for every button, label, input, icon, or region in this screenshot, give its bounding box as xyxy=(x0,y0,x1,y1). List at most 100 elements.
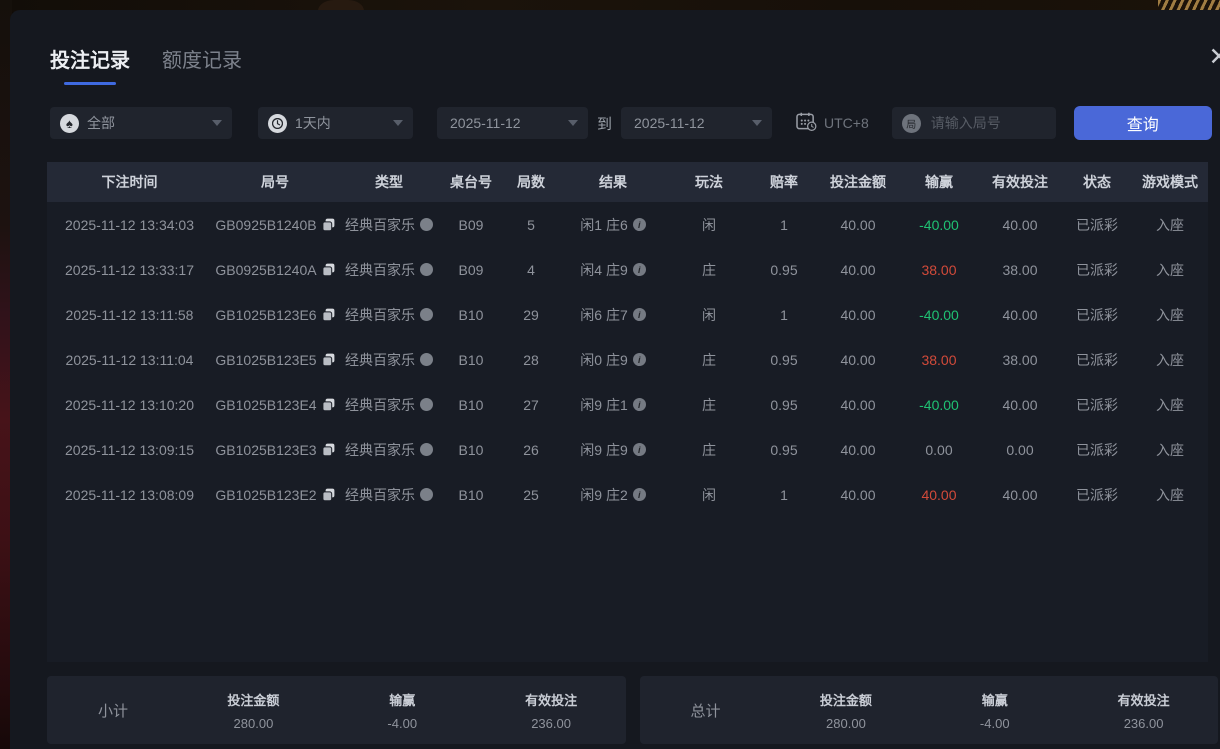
total-win: 输赢 -4.00 xyxy=(920,690,1069,731)
cell-valid: 40.00 xyxy=(978,292,1062,337)
subtotal-valid: 有效投注 236.00 xyxy=(477,690,626,731)
table-row: 2025-11-12 13:33:17GB0925B1240A经典百家乐B094… xyxy=(47,247,1208,292)
cell-play: 庄 xyxy=(666,247,752,292)
cell-type: 经典百家乐 xyxy=(338,337,440,382)
table-row: 2025-11-12 13:34:03GB0925B1240B经典百家乐B095… xyxy=(47,202,1208,247)
round-id-field[interactable]: 局 xyxy=(892,107,1056,139)
cell-amount: 40.00 xyxy=(816,472,900,517)
cell-amount: 40.00 xyxy=(816,427,900,472)
cell-mode: 入座 xyxy=(1132,202,1208,247)
info-icon[interactable]: i xyxy=(633,263,646,276)
cell-type: 经典百家乐 xyxy=(338,472,440,517)
info-icon[interactable]: i xyxy=(633,488,646,501)
date-to-label: 到 xyxy=(597,113,612,134)
cell-amount: 40.00 xyxy=(816,292,900,337)
date-to-value: 2025-11-12 xyxy=(634,115,705,131)
cell-status: 已派彩 xyxy=(1062,202,1132,247)
table-row: 2025-11-12 13:10:20GB1025B123E4经典百家乐B102… xyxy=(47,382,1208,427)
cell-rounds: 26 xyxy=(502,427,560,472)
cell-type: 经典百家乐 xyxy=(338,292,440,337)
info-icon[interactable]: i xyxy=(633,443,646,456)
info-icon[interactable]: i xyxy=(633,218,646,231)
cell-result: 闲4 庄9i xyxy=(560,247,666,292)
cell-rounds: 5 xyxy=(502,202,560,247)
cell-rounds: 27 xyxy=(502,382,560,427)
cell-status: 已派彩 xyxy=(1062,382,1132,427)
cell-round_id: GB1025B123E3 xyxy=(212,427,338,472)
subtotal-label: 小计 xyxy=(47,700,179,721)
cell-valid: 40.00 xyxy=(978,472,1062,517)
copy-icon[interactable] xyxy=(322,353,335,366)
cell-type: 经典百家乐 xyxy=(338,427,440,472)
cell-mode: 入座 xyxy=(1132,382,1208,427)
column-header: 局数 xyxy=(502,162,560,202)
tab-bet-records-label: 投注记录 xyxy=(50,50,130,72)
cell-valid: 40.00 xyxy=(978,202,1062,247)
total-valid-value: 236.00 xyxy=(1069,716,1218,731)
cell-time: 2025-11-12 13:09:15 xyxy=(47,427,212,472)
game-type-icon xyxy=(420,488,433,501)
round-id-input[interactable] xyxy=(929,114,1043,132)
column-header: 下注时间 xyxy=(47,162,212,202)
tab-quota-records-label: 额度记录 xyxy=(162,50,242,72)
game-type-icon xyxy=(420,218,433,231)
subtotal-win: 输赢 -4.00 xyxy=(328,690,477,731)
total-win-label: 输赢 xyxy=(920,690,1069,709)
subtotal-win-label: 输赢 xyxy=(328,690,477,709)
game-type-icon xyxy=(420,353,433,366)
table-header-row: 下注时间局号类型桌台号局数结果玩法赔率投注金额输赢有效投注状态游戏模式 xyxy=(47,162,1208,202)
cell-odds: 1 xyxy=(752,202,816,247)
chevron-down-icon xyxy=(752,120,762,126)
table-row: 2025-11-12 13:11:04GB1025B123E5经典百家乐B102… xyxy=(47,337,1208,382)
tab-bet-records[interactable]: 投注记录 xyxy=(50,44,130,85)
cell-valid: 40.00 xyxy=(978,382,1062,427)
cell-status: 已派彩 xyxy=(1062,292,1132,337)
cell-table_no: B10 xyxy=(440,337,502,382)
cell-rounds: 28 xyxy=(502,337,560,382)
cell-round_id: GB0925B1240A xyxy=(212,247,338,292)
column-header: 状态 xyxy=(1062,162,1132,202)
subtotal-valid-value: 236.00 xyxy=(477,716,626,731)
column-header: 结果 xyxy=(560,162,666,202)
copy-icon[interactable] xyxy=(322,398,335,411)
game-type-select[interactable]: ♠ 全部 xyxy=(50,107,232,139)
close-icon[interactable]: ✕ xyxy=(1202,42,1220,72)
subtotal-valid-label: 有效投注 xyxy=(477,690,626,709)
info-icon[interactable]: i xyxy=(633,308,646,321)
cell-table_no: B10 xyxy=(440,292,502,337)
date-to-select[interactable]: 2025-11-12 xyxy=(621,107,772,139)
copy-icon[interactable] xyxy=(322,308,335,321)
cell-win: -40.00 xyxy=(900,202,978,247)
date-from-value: 2025-11-12 xyxy=(450,115,521,131)
cell-play: 闲 xyxy=(666,202,752,247)
total-amount-value: 280.00 xyxy=(772,716,921,731)
cell-status: 已派彩 xyxy=(1062,337,1132,382)
cell-time: 2025-11-12 13:11:58 xyxy=(47,292,212,337)
copy-icon[interactable] xyxy=(322,263,335,276)
cell-win: 38.00 xyxy=(900,247,978,292)
subtotal-amount: 投注金额 280.00 xyxy=(179,690,328,731)
copy-icon[interactable] xyxy=(322,443,335,456)
tab-quota-records[interactable]: 额度记录 xyxy=(162,44,242,85)
chevron-down-icon xyxy=(393,120,403,126)
total-amount-label: 投注金额 xyxy=(772,690,921,709)
cell-mode: 入座 xyxy=(1132,472,1208,517)
search-button[interactable]: 查询 xyxy=(1074,106,1212,140)
cell-round_id: GB1025B123E5 xyxy=(212,337,338,382)
time-range-value: 1天内 xyxy=(295,113,331,133)
cell-valid: 0.00 xyxy=(978,427,1062,472)
date-from-select[interactable]: 2025-11-12 xyxy=(437,107,588,139)
info-icon[interactable]: i xyxy=(633,398,646,411)
info-icon[interactable]: i xyxy=(633,353,646,366)
clock-icon xyxy=(268,114,287,133)
copy-icon[interactable] xyxy=(322,488,335,501)
bet-records-modal: ✕ 投注记录 额度记录 ♠ 全部 1天内 2025-11-12 到 xyxy=(10,10,1220,749)
copy-icon[interactable] xyxy=(322,218,335,231)
tab-bar: 投注记录 额度记录 xyxy=(50,44,242,85)
cell-win: -40.00 xyxy=(900,292,978,337)
column-header: 有效投注 xyxy=(978,162,1062,202)
total-amount: 投注金额 280.00 xyxy=(772,690,921,731)
cell-valid: 38.00 xyxy=(978,247,1062,292)
time-range-select[interactable]: 1天内 xyxy=(258,107,413,139)
total-label: 总计 xyxy=(640,700,772,721)
